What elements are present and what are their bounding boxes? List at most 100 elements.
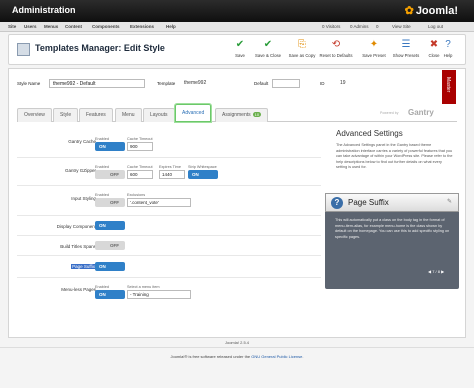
tab-style[interactable]: Style [53, 108, 79, 122]
menu-components[interactable]: Components [92, 24, 120, 29]
save-as-copy-button[interactable]: ⎘ Save as Copy [285, 38, 319, 64]
footer-divider [0, 347, 474, 348]
license-end: . [302, 354, 304, 359]
cache-timeout-input[interactable]: 900 [127, 142, 153, 151]
page-suffix-label[interactable]: Page Suffix [71, 264, 96, 269]
help-title: Advanced Settings [336, 129, 403, 138]
footer-version: Joomla! 2.5.4 [224, 340, 249, 345]
master-ribbon: Master [442, 70, 456, 104]
cache-timeout-label: Cache Timeout [127, 137, 153, 141]
license-link[interactable]: GNU General Public License [251, 354, 302, 359]
license-text: Joomla!® is free software released under… [170, 354, 252, 359]
question-icon: ? [331, 197, 343, 209]
admin-title: Administration [12, 5, 76, 15]
joomla-logo-icon: ✿ [404, 5, 414, 17]
strip-whitespace-toggle[interactable]: ON [188, 170, 218, 179]
save-close-icon: ✔ [263, 39, 273, 50]
gzipper-toggle[interactable]: OFF [95, 170, 125, 179]
template-value: theme992 [184, 80, 207, 86]
admin-header: Administration ✿ Joomla! [0, 0, 474, 22]
tab-overview[interactable]: Overview [17, 108, 52, 122]
menu-site[interactable]: Site [8, 24, 16, 29]
toolbar-button-label: Save as Copy [288, 53, 316, 58]
gzipper-label: Gantry GZipper [64, 168, 96, 173]
joomla-logo[interactable]: ✿ Joomla! [405, 4, 458, 17]
pin-icon[interactable]: ✎ [447, 198, 452, 205]
help-button[interactable]: ? Help [437, 38, 459, 64]
tip-pager-text: 7 / 8 [432, 269, 440, 274]
menu-extensions[interactable]: Extensions [130, 24, 154, 29]
tab-menu[interactable]: Menu [115, 108, 142, 122]
enabled-label: Enabled [95, 165, 109, 169]
default-select[interactable] [272, 79, 300, 88]
row-gantry-cache: Gantry Cache Enabled ON Cache Timeout 90… [17, 130, 321, 158]
save-close-button[interactable]: ✔ Save & Close [251, 38, 285, 64]
tab-features[interactable]: Features [79, 108, 113, 122]
row-menu-items: Menu-less Pages Enabled ON Select a menu… [17, 278, 321, 306]
logout-link[interactable]: Log out [428, 24, 443, 29]
save-icon: ✔ [235, 39, 245, 50]
input-styling-label: Input Styling [71, 196, 96, 201]
menu-items-label: Menu-less Pages [61, 287, 96, 292]
gz-timeout-label: Cache Timeout [127, 165, 153, 169]
expires-input[interactable]: 1440 [159, 170, 185, 179]
build-titles-toggle[interactable]: OFF [95, 241, 125, 250]
templates-icon [17, 43, 30, 56]
prev-icon[interactable]: ◀ [428, 269, 431, 274]
powered-by-label: Powered by [380, 111, 399, 115]
tab-assignments[interactable]: Assignments 10 [215, 108, 269, 122]
toolbar-button-label: Help [443, 53, 453, 58]
tip-pager[interactable]: ◀ 7 / 8 ▶ [428, 269, 444, 274]
exclusions-label: Exclusions [127, 193, 146, 197]
save-preset-button[interactable]: ✦ Save Preset [357, 38, 391, 64]
display-component-toggle[interactable]: ON [95, 221, 125, 230]
menu-help[interactable]: Help [166, 24, 176, 29]
id-value: 19 [340, 80, 346, 86]
row-gantry-gzipper: Gantry GZipper Enabled OFF Cache Timeout… [17, 158, 321, 186]
row-page-suffix: Page Suffix ON [17, 256, 321, 278]
gz-timeout-input[interactable]: 600 [127, 170, 153, 179]
row-display-component: Display Component ON [17, 216, 321, 236]
input-styling-toggle[interactable]: OFF [95, 198, 125, 207]
save-copy-icon: ⎘ [298, 39, 306, 50]
view-site-link[interactable]: View Site [392, 24, 411, 29]
gantry-logo: Gantry [408, 108, 434, 117]
menu-content[interactable]: Content [65, 24, 82, 29]
menu-menus[interactable]: Menus [44, 24, 58, 29]
menu-items-toggle[interactable]: ON [95, 290, 125, 299]
gantry-cache-toggle[interactable]: ON [95, 142, 125, 151]
reset-icon: ⟲ [331, 39, 341, 50]
toolbar-button-label: Save Preset [362, 53, 386, 58]
tab-layouts[interactable]: Layouts [143, 108, 175, 122]
show-presets-icon: ☰ [401, 39, 411, 50]
toolbar: Templates Manager: Edit Style ✔ Save ✔ Save… [8, 34, 466, 65]
main-menu: Site Users Menus Content Components Exte… [0, 22, 474, 32]
expires-label: Expires Time [159, 165, 181, 169]
reset-to-defaults-button[interactable]: ⟲ Reset to Defaults [319, 38, 353, 64]
status-admins: 0 Admins [350, 24, 369, 29]
menu-item-select[interactable]: - Training [127, 290, 191, 299]
row-build-titles: Build Titles Spans OFF [17, 236, 321, 256]
exclusions-input[interactable]: '.content_vote' [127, 198, 191, 207]
enabled-label: Enabled [95, 137, 109, 141]
template-label: Template [157, 81, 176, 86]
style-name-input[interactable]: theme992 - Default [49, 79, 145, 88]
enabled-label: Enabled [95, 193, 109, 197]
default-label: Default [254, 81, 269, 86]
toolbar-button-label: Reset to Defaults [319, 53, 353, 58]
footer-license: Joomla!® is free software released under… [0, 354, 474, 359]
assignments-count-badge: 10 [252, 112, 262, 117]
tab-advanced[interactable]: Advanced [173, 103, 213, 123]
help-icon: ? [445, 39, 451, 50]
page-title: Templates Manager: Edit Style [35, 43, 165, 53]
tip-text: This will automatically put a class on t… [335, 218, 450, 239]
page-suffix-toggle[interactable]: ON [95, 262, 125, 271]
menu-users[interactable]: Users [24, 24, 37, 29]
next-icon[interactable]: ▶ [441, 269, 444, 274]
tip-header: ? Page Suffix ✎ [325, 193, 459, 212]
enabled-label: Enabled [95, 285, 109, 289]
status-messages: 0 [376, 24, 379, 29]
display-component-label: Display Component [56, 224, 96, 229]
toolbar-button-label: Save & Close [254, 53, 282, 58]
select-menu-item-label: Select a menu item [127, 285, 160, 289]
